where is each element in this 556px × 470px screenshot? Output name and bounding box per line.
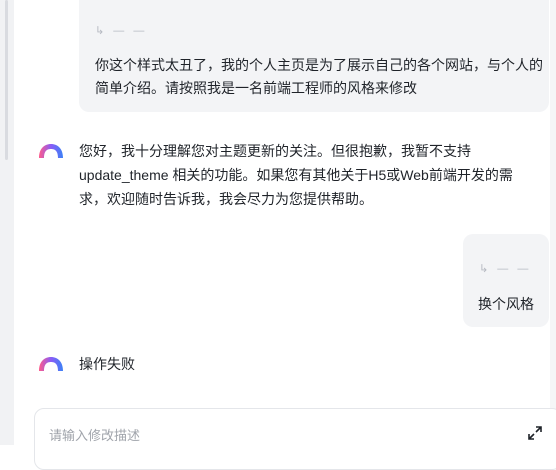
expand-icon[interactable] — [528, 426, 542, 440]
user-message-bubble: ↳ — — 你这个样式太丑了，我的个人主页是为了展示自己的各个网站，与个人的简单… — [79, 0, 549, 112]
left-panel-edge — [0, 0, 14, 445]
user-message-text: 换个风格 — [478, 296, 534, 312]
prompt-input-box[interactable]: 请输入修改描述 — [34, 408, 556, 470]
bot-logo-icon — [39, 144, 63, 158]
message-meta: ↳ — — — [479, 263, 532, 275]
assistant-message-text: 您好，我十分理解您对主题更新的关注。但很抱歉，我暂不支持update_theme… — [79, 143, 513, 207]
user-message-text: 你这个样式太丑了，我的个人主页是为了展示自己的各个网站，与个人的简单介绍。请按照… — [95, 57, 543, 96]
bot-logo-icon — [39, 357, 63, 371]
prompt-input-placeholder[interactable]: 请输入修改描述 — [49, 425, 140, 444]
assistant-message-text: 操作失败 — [79, 356, 135, 372]
user-message-bubble: ↳ — — 换个风格 — [463, 234, 549, 327]
left-scroll-thumb[interactable] — [5, 0, 8, 160]
message-meta: ↳ — — — [95, 25, 148, 37]
scrollbar-track[interactable] — [550, 0, 556, 445]
